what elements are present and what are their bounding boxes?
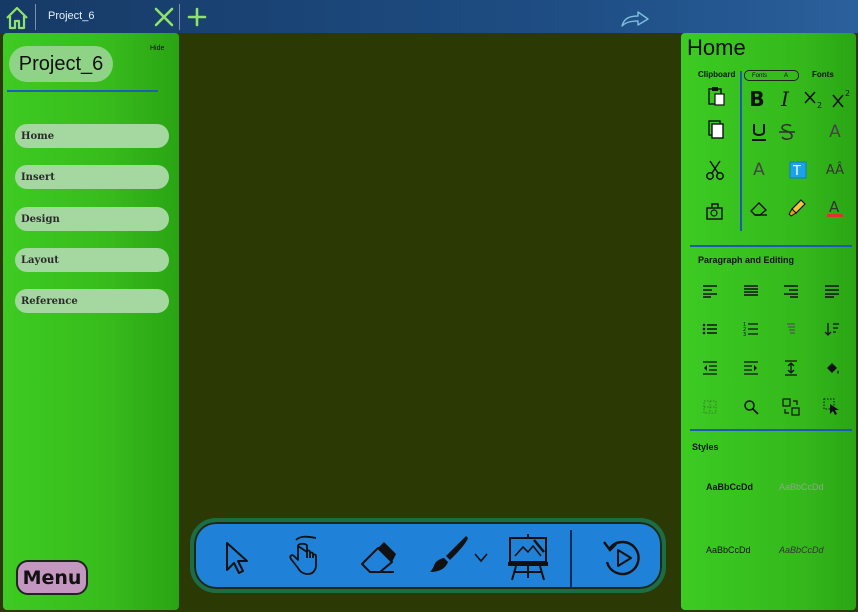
strikethrough-icon[interactable] xyxy=(776,121,798,143)
close-icon[interactable] xyxy=(153,6,175,28)
line-spacing-icon[interactable] xyxy=(780,357,802,379)
font-color-icon[interactable]: A xyxy=(824,197,846,219)
divider xyxy=(7,90,158,92)
fonts-dropdown-letter: A xyxy=(783,72,788,79)
replace-icon[interactable] xyxy=(780,396,802,418)
svg-text:T: T xyxy=(792,164,801,179)
ribbon-title: Home xyxy=(687,35,746,60)
divider xyxy=(690,245,852,247)
copy-icon[interactable] xyxy=(705,118,727,140)
align-left-icon[interactable] xyxy=(699,280,721,302)
sidebar-item-insert[interactable]: Insert xyxy=(15,165,169,189)
redo-icon[interactable] xyxy=(620,10,650,28)
select-cursor-icon[interactable] xyxy=(821,396,843,418)
tab-divider xyxy=(179,4,180,30)
hide-button[interactable]: Hide xyxy=(150,45,164,52)
fonts-dropdown[interactable]: Fonts A xyxy=(744,70,799,81)
sort-icon[interactable] xyxy=(821,318,843,340)
select-pointer-icon[interactable] xyxy=(222,540,252,580)
styles-label: Styles xyxy=(692,442,719,452)
decrease-indent-icon[interactable] xyxy=(699,357,721,379)
text-highlight-icon[interactable]: T xyxy=(787,159,809,181)
fonts-label: Fonts xyxy=(812,70,834,79)
font-color-a-icon[interactable]: A xyxy=(824,121,846,143)
bold-icon[interactable]: B xyxy=(746,87,768,111)
style-normal[interactable]: AaBbCcDd xyxy=(706,545,751,555)
superscript-icon[interactable]: 2 xyxy=(831,88,853,110)
ribbon-panel: Home Clipboard Fonts A Fonts B I 2 2 A A… xyxy=(681,33,856,610)
cut-icon[interactable] xyxy=(704,159,726,181)
tab-divider xyxy=(35,4,36,30)
clear-format-eraser-icon[interactable] xyxy=(748,197,770,219)
home-icon[interactable] xyxy=(4,5,30,31)
project-title[interactable]: Project_6 xyxy=(9,46,113,82)
style-strong[interactable]: AaBbCcDd xyxy=(706,482,753,492)
chevron-down-icon[interactable] xyxy=(473,548,489,567)
bullet-list-icon[interactable] xyxy=(699,318,721,340)
svg-text:A: A xyxy=(829,198,840,216)
text-effects-icon[interactable]: A xyxy=(748,159,770,181)
multilevel-list-icon[interactable] xyxy=(780,318,802,340)
change-case-icon[interactable]: AÂ xyxy=(824,159,846,181)
style-subtle[interactable]: AaBbCcDd xyxy=(779,482,824,492)
eraser-icon[interactable] xyxy=(358,538,398,580)
format-painter-icon[interactable] xyxy=(704,200,726,222)
touch-hand-icon[interactable] xyxy=(286,534,322,582)
svg-text:2: 2 xyxy=(845,89,850,98)
borders-icon[interactable] xyxy=(699,396,721,418)
italic-icon[interactable]: I xyxy=(774,87,796,111)
plus-icon[interactable] xyxy=(186,6,208,28)
clipboard-label: Clipboard xyxy=(698,70,736,79)
menu-button[interactable]: Menu xyxy=(16,560,88,595)
tab-project[interactable]: Project_6 xyxy=(48,10,94,22)
paragraph-label: Paragraph and Editing xyxy=(698,255,795,265)
fonts-dropdown-value: Fonts xyxy=(752,72,768,79)
sidebar-item-layout[interactable]: Layout xyxy=(15,248,169,272)
replay-icon[interactable] xyxy=(600,536,644,584)
justify-icon[interactable] xyxy=(821,280,843,302)
sidebar-item-home[interactable]: Home xyxy=(15,124,169,148)
left-sidebar: Project_6 Hide Home Insert Design Layout… xyxy=(3,33,179,610)
divider xyxy=(740,71,742,231)
search-icon[interactable] xyxy=(740,396,762,418)
divider xyxy=(690,429,852,431)
fill-bucket-icon[interactable] xyxy=(821,357,843,379)
underline-icon[interactable] xyxy=(748,121,770,143)
sidebar-item-reference[interactable]: Reference xyxy=(15,289,169,313)
toolbar-divider xyxy=(570,530,572,588)
subscript-icon[interactable]: 2 xyxy=(803,88,825,110)
align-center-icon[interactable] xyxy=(740,280,762,302)
numbered-list-icon[interactable]: 123 xyxy=(740,318,762,340)
svg-text:2: 2 xyxy=(817,101,822,110)
easel-icon[interactable] xyxy=(506,532,550,586)
top-bar: Project_6 xyxy=(0,0,858,33)
increase-indent-icon[interactable] xyxy=(740,357,762,379)
style-emphasis[interactable]: AaBbCcDd xyxy=(779,545,824,555)
sidebar-item-design[interactable]: Design xyxy=(15,207,169,231)
align-right-icon[interactable] xyxy=(780,280,802,302)
drawing-toolbar xyxy=(190,518,666,593)
brush-icon[interactable] xyxy=(424,534,470,582)
highlighter-icon[interactable] xyxy=(786,197,808,219)
paste-icon[interactable] xyxy=(705,85,727,107)
svg-text:3: 3 xyxy=(743,332,746,337)
